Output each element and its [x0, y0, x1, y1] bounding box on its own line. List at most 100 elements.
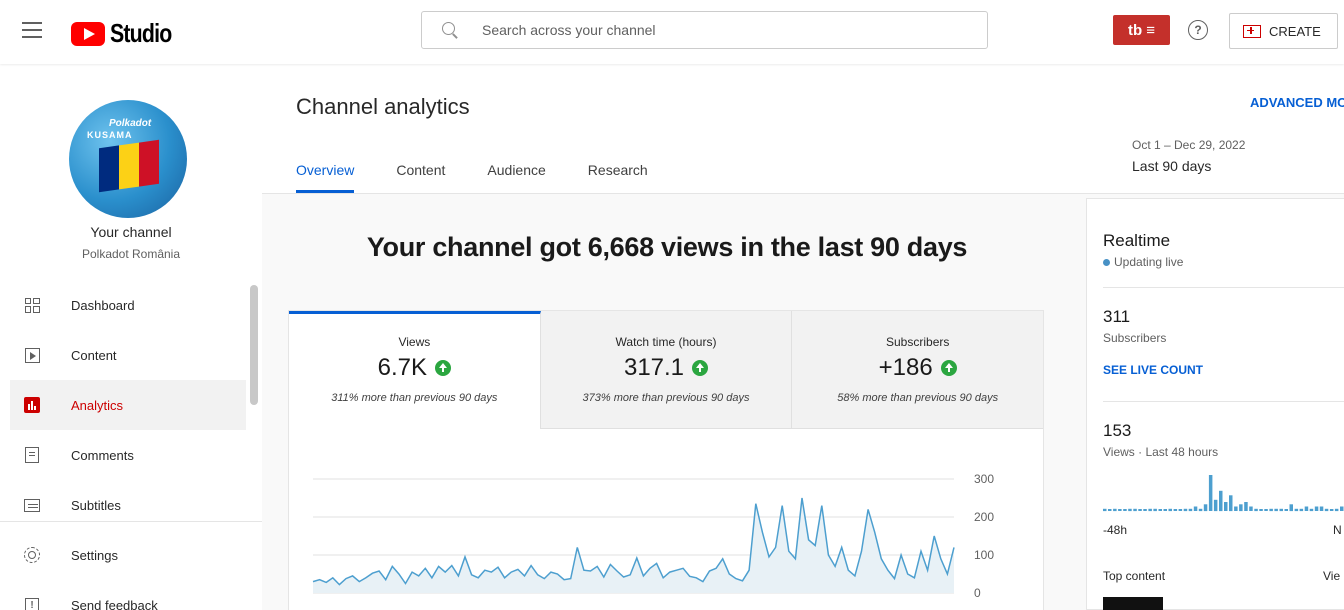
search-box[interactable]: [421, 11, 988, 49]
realtime-bar: [1133, 508, 1137, 512]
studio-logo[interactable]: Studio: [71, 18, 185, 49]
nav-divider: [0, 521, 262, 522]
realtime-bar: [1128, 508, 1132, 512]
realtime-bar: [1183, 508, 1188, 512]
realtime-bar: [1309, 508, 1314, 512]
sidebar-item-dashboard[interactable]: Dashboard: [10, 280, 246, 330]
realtime-bar: [1279, 508, 1283, 512]
realtime-bar: [1224, 502, 1228, 511]
realtime-bar: [1188, 508, 1193, 512]
realtime-bar: [1334, 508, 1339, 512]
realtime-panel: Realtime Updating live 311 Subscribers S…: [1086, 198, 1344, 610]
metric-value-text: 317.1: [623, 354, 685, 381]
realtime-views-count: 153: [1103, 421, 1132, 440]
realtime-bar: [1294, 508, 1299, 512]
sidebar-item-analytics[interactable]: Analytics: [10, 380, 246, 430]
tab-content[interactable]: Content: [396, 162, 445, 193]
realtime-bar: [1138, 509, 1142, 511]
sidebar-item-label: Send feedback: [71, 597, 158, 610]
metric-value-text: +186: [878, 354, 933, 381]
sidebar-item-settings[interactable]: Settings: [10, 530, 246, 580]
realtime-bar: [1178, 509, 1183, 511]
analytics-tabs: Overview Content Audience Research: [296, 162, 690, 193]
realtime-bar: [1229, 495, 1233, 512]
sidebar-item-send-feedback[interactable]: ! Send feedback: [10, 580, 246, 610]
realtime-bar: [1259, 509, 1263, 511]
help-icon[interactable]: ?: [1188, 20, 1208, 40]
create-video-icon: [1243, 24, 1261, 38]
tab-audience[interactable]: Audience: [487, 162, 545, 193]
realtime-bar: [1299, 508, 1304, 512]
flag-stripe: [99, 145, 119, 193]
metric-tab-views[interactable]: Views 6.7K 311% more than previous 90 da…: [289, 311, 541, 429]
subscriber-label: Subscribers: [1103, 331, 1167, 345]
top-content-label: Top content: [1103, 569, 1166, 583]
menu-icon[interactable]: [22, 22, 42, 38]
metric-value-text: 6.7K: [377, 354, 428, 381]
realtime-bar: [1264, 509, 1268, 511]
flag-stripe: [119, 142, 139, 190]
date-range[interactable]: Oct 1 – Dec 29, 2022: [1132, 138, 1245, 152]
realtime-views-label: Views · Last 48 hours: [1103, 445, 1219, 459]
logo-text: Studio: [110, 18, 172, 48]
metric-note: 58% more than previous 90 days: [837, 392, 999, 404]
date-range-label[interactable]: Last 90 days: [1132, 158, 1211, 174]
sidebar-item-label: Settings: [71, 547, 118, 563]
top-content-thumbnail[interactable]: [1103, 597, 1163, 610]
tab-overview[interactable]: Overview: [296, 162, 355, 193]
tab-research[interactable]: Research: [588, 162, 648, 193]
metric-note: 311% more than previous 90 days: [331, 392, 498, 404]
metric-tab-watch-time[interactable]: Watch time (hours) 317.1 373% more than …: [540, 311, 793, 429]
metric-label: Subscribers: [886, 335, 950, 349]
realtime-bar: [1324, 508, 1329, 512]
advanced-mode-link[interactable]: ADVANCED MO: [1250, 95, 1344, 110]
subtitles-icon: [24, 497, 40, 513]
realtime-bar: [1249, 506, 1253, 511]
realtime-status: Updating live: [1103, 255, 1183, 269]
realtime-bar: [1143, 509, 1147, 511]
realtime-bar-chart[interactable]: [1103, 471, 1344, 515]
sidebar-item-subtitles[interactable]: Subtitles: [10, 480, 246, 530]
divider: [1103, 401, 1344, 402]
views-column-label: Vie: [1323, 569, 1341, 583]
sidebar-item-label: Content: [71, 347, 117, 363]
sidebar: Polkadot KUSAMA Your channel Polkadot Ro…: [0, 64, 262, 610]
sidebar-item-label: Subtitles: [71, 497, 121, 513]
sidebar-item-comments[interactable]: Comments: [10, 430, 246, 480]
metric-tab-subscribers[interactable]: Subscribers +186 58% more than previous …: [792, 311, 1044, 429]
search-input[interactable]: [482, 22, 962, 38]
views-chart[interactable]: 0 100 200 300: [289, 429, 1043, 610]
realtime-bar: [1340, 506, 1344, 511]
top-header: Studio tb ≡ ? CREATE: [0, 0, 1344, 64]
metric-value: 317.1: [541, 354, 792, 382]
comments-icon: [24, 447, 40, 463]
realtime-title: Realtime: [1103, 231, 1171, 250]
realtime-bar: [1113, 508, 1117, 512]
realtime-bar: [1118, 509, 1122, 511]
page-title: Channel analytics: [296, 94, 470, 119]
create-button[interactable]: CREATE: [1229, 13, 1338, 49]
realtime-bar: [1153, 508, 1157, 512]
realtime-bar: [1123, 509, 1127, 511]
realtime-bar: [1289, 504, 1293, 512]
channel-name: Polkadot România: [81, 247, 181, 261]
avatar[interactable]: Polkadot KUSAMA: [69, 100, 187, 218]
realtime-bar: [1274, 508, 1278, 512]
dashboard-icon: [24, 297, 40, 313]
sidebar-scrollbar[interactable]: [250, 285, 258, 405]
sidebar-item-label: Analytics: [71, 397, 124, 413]
realtime-bar: [1284, 509, 1288, 511]
realtime-bar: [1234, 506, 1238, 511]
metric-label: Watch time (hours): [615, 335, 717, 349]
tubebuddy-button[interactable]: tb ≡: [1113, 15, 1170, 45]
see-live-count-link[interactable]: SEE LIVE COUNT: [1103, 363, 1203, 377]
avatar-logo-text: Polkadot: [109, 118, 152, 129]
content-icon: [24, 347, 40, 363]
realtime-bar: [1304, 506, 1309, 511]
realtime-bar: [1108, 509, 1112, 511]
y-tick-label: 300: [974, 472, 994, 486]
realtime-bar: [1203, 504, 1208, 512]
realtime-bar: [1103, 508, 1107, 512]
avatar-logo-text-2: KUSAMA: [87, 130, 133, 140]
sidebar-item-content[interactable]: Content: [10, 330, 246, 380]
